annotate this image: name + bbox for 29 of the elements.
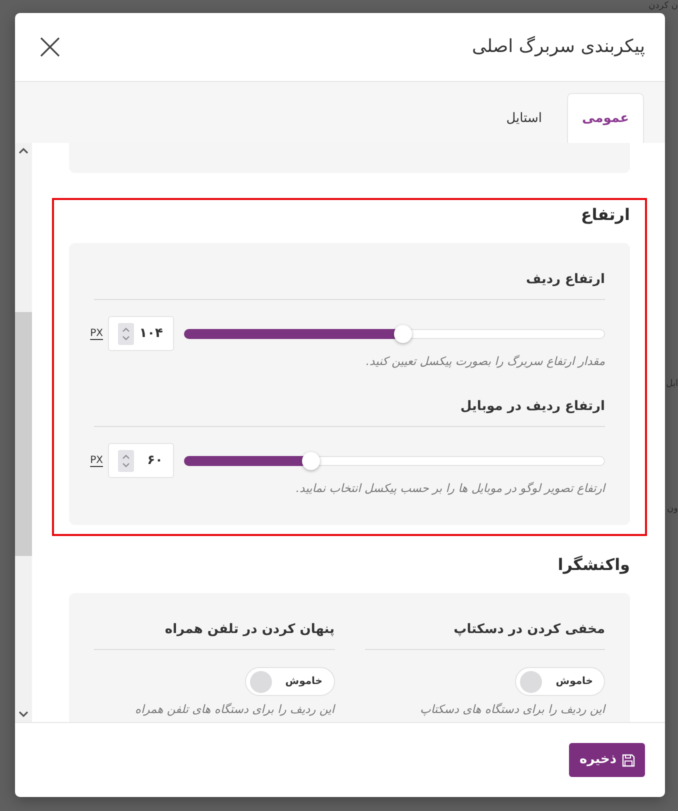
slider-thumb[interactable] <box>394 324 412 342</box>
toggle-switch[interactable]: خاموش <box>515 667 605 696</box>
unit-label: PX <box>89 326 103 340</box>
toggle-knob-icon <box>520 670 542 692</box>
close-icon[interactable] <box>40 37 60 57</box>
scrollbar-track[interactable] <box>15 143 32 722</box>
spinner-icon[interactable] <box>118 450 134 472</box>
help-text: ارتفاع تصویر لوگو در موبایل ها را بر حسب پیکسل انتخاب نمایید. <box>294 480 605 496</box>
number-input[interactable]: ۶۰ <box>108 443 174 478</box>
section-heading: ارتفاع <box>580 204 630 226</box>
field-label: ارتفاع ردیف در موبایل <box>459 398 605 416</box>
field-label: ارتفاع ردیف <box>525 271 605 289</box>
spinner-icon[interactable] <box>118 322 134 344</box>
save-button[interactable]: ذخیره <box>569 743 645 777</box>
slider-thumb[interactable] <box>302 452 320 470</box>
number-input[interactable]: ۱۰۴ <box>108 316 174 351</box>
section-heading: واکنشگرا <box>556 554 630 576</box>
unit-label: PX <box>89 454 103 468</box>
field-label: مخفی کردن در دسکتاپ <box>454 621 605 639</box>
help-text: مقدار ارتفاع سربرگ را بصورت پیکسل تعیین کنید. <box>364 353 605 369</box>
help-text: این ردیف را برای دستگاه های تلفن همراه <box>134 701 334 717</box>
field-label: پنهان کردن در تلفن همراه <box>164 621 334 639</box>
help-text: این ردیف را برای دستگاه های دسکتاپ <box>420 701 605 717</box>
dialog-title: پیکربندی سربرگ اصلی <box>472 35 645 59</box>
toggle-switch[interactable]: خاموش <box>244 667 334 696</box>
scrollbar-thumb[interactable] <box>15 312 32 556</box>
tab[interactable]: عمومی <box>567 93 644 143</box>
toggle-knob-icon <box>250 670 272 692</box>
tab[interactable]: استایل <box>491 93 558 143</box>
